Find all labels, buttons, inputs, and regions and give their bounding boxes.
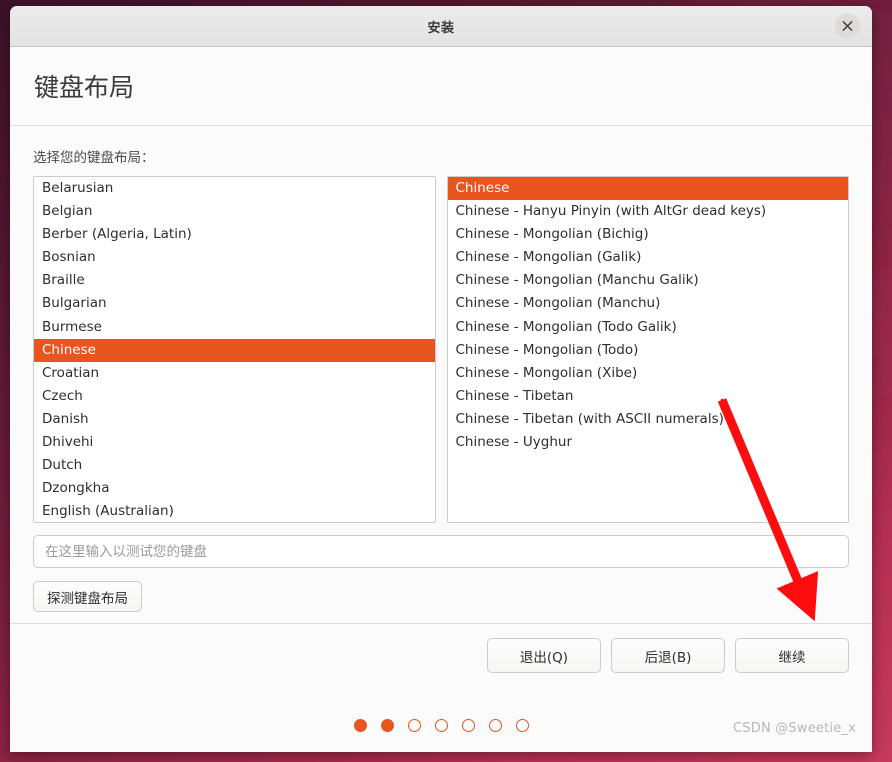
list-item[interactable]: Chinese - Mongolian (Todo Galik): [448, 316, 849, 339]
progress-dot[interactable]: [353, 719, 367, 732]
page-header: 键盘布局: [10, 47, 872, 126]
list-item[interactable]: Croatian: [34, 362, 435, 385]
install-window: 安装 键盘布局 选择您的键盘布局： Belarusian Belgian Berbe…: [10, 6, 872, 752]
list-item[interactable]: Chinese - Mongolian (Todo): [448, 339, 849, 362]
back-button[interactable]: 后退(B): [611, 638, 725, 673]
progress-dot[interactable]: [407, 719, 421, 732]
list-item[interactable]: Burmese: [34, 316, 435, 339]
keyboard-layout-label: 选择您的键盘布局：: [33, 150, 155, 166]
keyboard-layout-listbox[interactable]: Belarusian Belgian Berber (Algeria, Latin)…: [33, 176, 436, 523]
progress-dot[interactable]: [434, 719, 448, 732]
list-item[interactable]: Chinese - Mongolian (Bichig): [448, 223, 849, 246]
progress-dot[interactable]: [461, 719, 475, 732]
main-content: 选择您的键盘布局： Belarusian Belgian Berber (Alger…: [10, 126, 872, 623]
list-item[interactable]: Chinese - Tibetan (with ASCII numerals): [448, 408, 849, 431]
layout-selection-area: Belarusian Belgian Berber (Algeria, Latin)…: [33, 176, 849, 523]
desktop-background: 安装 键盘布局 选择您的键盘布局： Belarusian Belgian Berbe…: [0, 0, 892, 762]
list-item[interactable]: Chinese - Mongolian (Manchu Galik): [448, 269, 849, 292]
list-item[interactable]: English (Australian): [34, 500, 435, 522]
keyboard-test-input[interactable]: [33, 535, 849, 568]
list-item[interactable]: Dzongkha: [34, 477, 435, 500]
quit-button[interactable]: 退出(Q): [487, 638, 601, 673]
progress-dot[interactable]: [488, 719, 502, 732]
list-item[interactable]: Chinese - Mongolian (Manchu): [448, 292, 849, 315]
watermark-text: CSDN @Sweetie_x: [733, 721, 856, 736]
list-item[interactable]: Chinese - Uyghur: [448, 431, 849, 454]
list-item[interactable]: Dutch: [34, 454, 435, 477]
list-item[interactable]: Chinese: [447, 177, 848, 201]
list-item[interactable]: Chinese - Mongolian (Xibe): [448, 362, 849, 385]
list-item[interactable]: Berber (Algeria, Latin): [34, 223, 435, 246]
footer-button-group: 退出(Q) 后退(B) 继续: [33, 638, 849, 673]
progress-dot[interactable]: [515, 719, 529, 732]
list-item[interactable]: Chinese - Mongolian (Galik): [448, 246, 849, 269]
detect-keyboard-layout-button[interactable]: 探测键盘布局: [33, 581, 142, 612]
list-item[interactable]: Chinese: [34, 338, 435, 362]
continue-button[interactable]: 继续: [735, 638, 849, 673]
keyboard-variant-listbox[interactable]: Chinese Chinese - Hanyu Pinyin (with AltG…: [446, 176, 849, 523]
keyboard-variant-list[interactable]: Chinese Chinese - Hanyu Pinyin (with AltG…: [447, 177, 849, 522]
window-title: 安装: [427, 20, 455, 36]
window-titlebar: 安装: [10, 6, 872, 47]
progress-dots: [33, 719, 849, 732]
list-item[interactable]: Chinese - Tibetan: [448, 385, 849, 408]
close-icon[interactable]: [835, 13, 860, 39]
list-item[interactable]: Czech: [34, 385, 435, 408]
list-item[interactable]: Bosnian: [34, 246, 435, 269]
list-item[interactable]: Chinese - Hanyu Pinyin (with AltGr dead …: [448, 200, 849, 223]
list-item[interactable]: Belgian: [34, 200, 435, 223]
list-item[interactable]: Danish: [34, 408, 435, 431]
page-title: 键盘布局: [34, 73, 135, 102]
list-item[interactable]: Dhivehi: [34, 431, 435, 454]
progress-dot[interactable]: [380, 719, 394, 732]
keyboard-layout-list[interactable]: Belarusian Belgian Berber (Algeria, Latin)…: [34, 177, 435, 522]
list-item[interactable]: Bulgarian: [34, 292, 435, 315]
list-item[interactable]: Braille: [34, 269, 435, 292]
list-item[interactable]: Belarusian: [34, 177, 435, 200]
